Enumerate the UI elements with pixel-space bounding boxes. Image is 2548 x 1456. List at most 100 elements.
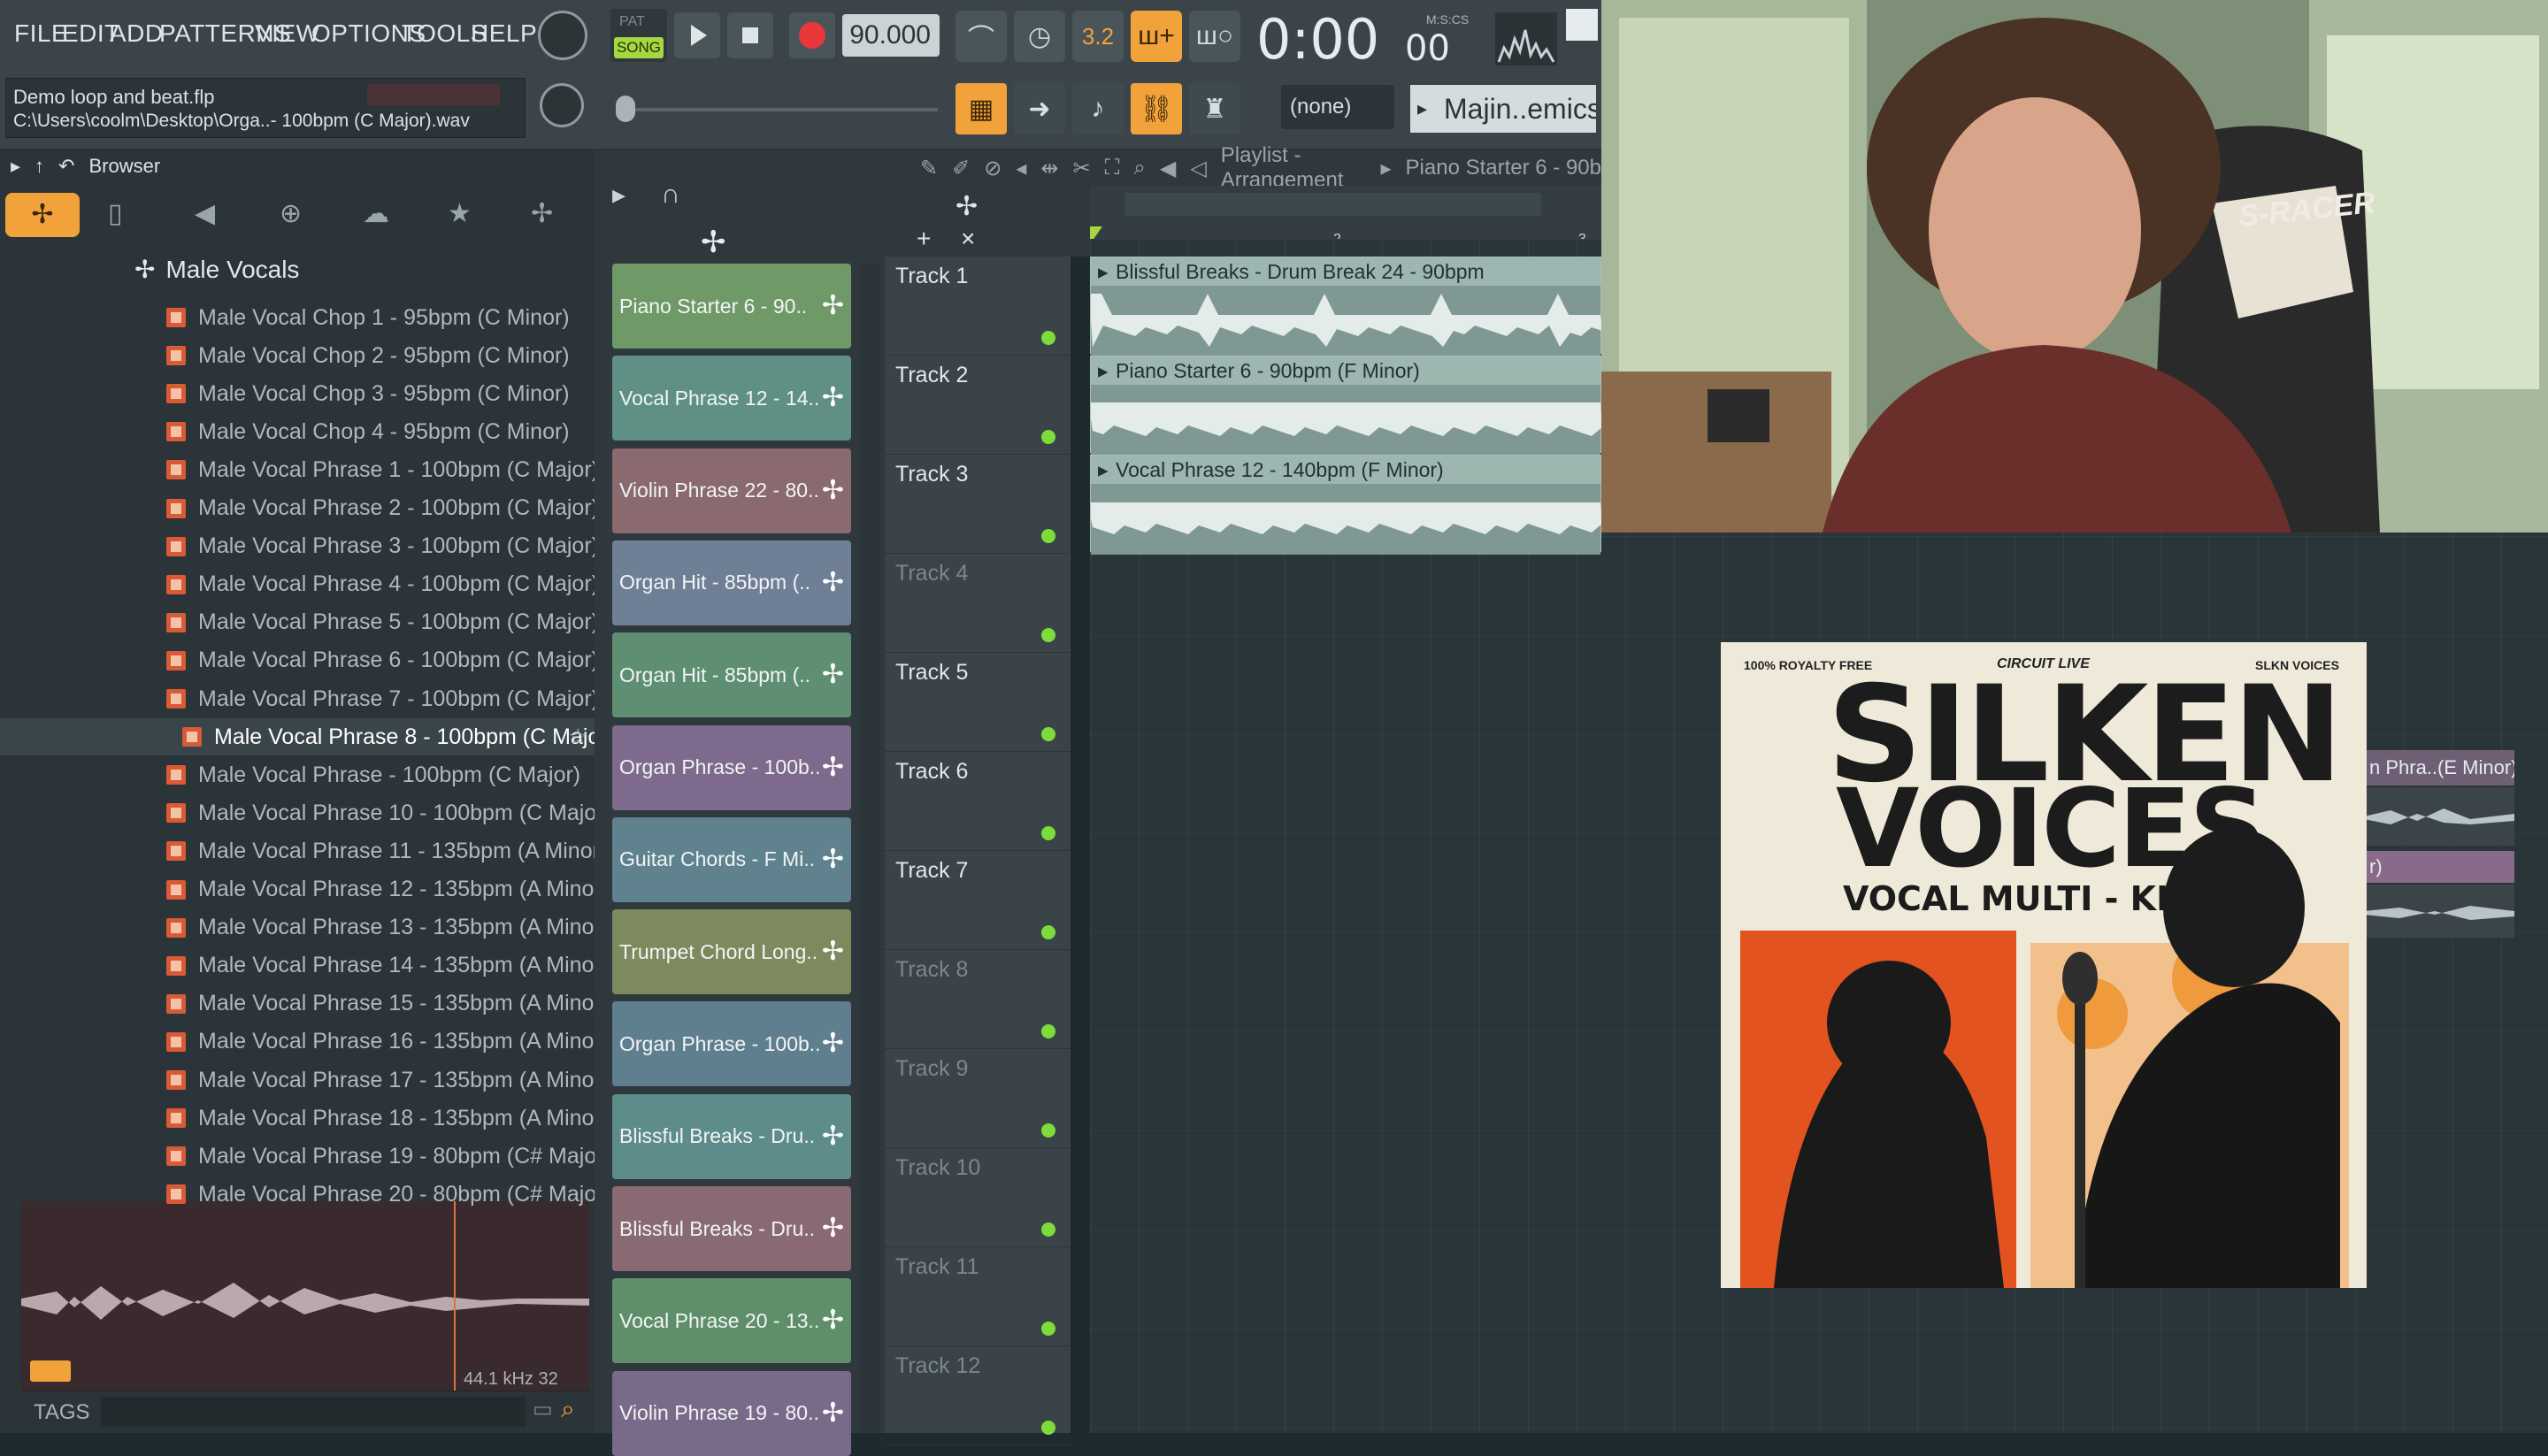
pattern-item[interactable]: Organ Phrase - 100b.. ✢ (612, 1001, 851, 1087)
browser-item[interactable]: Male Vocal Phrase 17 - 135bpm (A Minor) (0, 1061, 609, 1099)
track-header[interactable]: Track 11 (885, 1247, 1071, 1346)
browser-item[interactable]: Male Vocal Phrase 4 - 100bpm (C Major) (0, 566, 599, 603)
pattern-item[interactable]: Organ Hit - 85bpm (.. ✢ (612, 632, 851, 718)
track-mute-led[interactable] (1041, 1322, 1055, 1336)
browser-item[interactable]: Male Vocal Phrase 6 - 100bpm (C Major) (0, 642, 599, 679)
track-mute-led[interactable] (1041, 925, 1055, 939)
remove-track-icon[interactable]: × (961, 225, 975, 253)
tab-favorites-icon[interactable]: ★ (448, 198, 472, 229)
tab-tagged-icon[interactable]: ✢ (531, 198, 553, 229)
timeline-overview[interactable] (1125, 193, 1541, 216)
pattern-item[interactable]: Violin Phrase 22 - 80.. ✢ (612, 448, 851, 533)
track-header[interactable]: Track 8 (885, 950, 1071, 1049)
browser-item[interactable]: Male Vocal Phrase 20 - 80bpm (C# Major) (0, 1176, 611, 1213)
record-button[interactable] (789, 12, 835, 58)
folder-open-icon[interactable]: ▭ (533, 1397, 553, 1422)
browser-item[interactable]: Male Vocal Chop 3 - 95bpm (C Minor) (0, 375, 595, 412)
menu-help[interactable]: HELP (471, 19, 537, 48)
browser-item[interactable]: Male Vocal Phrase 2 - 100bpm (C Major) (0, 490, 599, 527)
browser-item[interactable]: Male Vocal Phrase 14 - 135bpm (A Minor) (0, 947, 609, 985)
countdown-button[interactable]: 3.2 (1072, 11, 1124, 62)
piano-roll-button[interactable]: ♪ (1072, 83, 1124, 134)
right-clip-2[interactable]: r) (2364, 851, 2514, 883)
tab-audio-icon[interactable]: ◀ (195, 198, 215, 229)
stop-button[interactable] (727, 12, 773, 58)
mute-icon[interactable]: ◂ (1016, 156, 1026, 181)
pattern-selector[interactable]: (none) (1281, 85, 1394, 129)
preview-toggle[interactable] (30, 1360, 71, 1382)
master-pitch-knob[interactable] (540, 83, 584, 127)
favorite-star-icon[interactable]: ☆ (568, 724, 587, 750)
playlist-clip[interactable]: Vocal Phrase 12 - 140bpm (F Minor) (1090, 455, 1602, 555)
browser-item[interactable]: Male Vocal Phrase 12 - 135bpm (A Minor) (0, 871, 609, 908)
browser-item[interactable]: Male Vocal Phrase 18 - 135bpm (A Minor) (0, 1100, 609, 1137)
track-mute-led[interactable] (1041, 727, 1055, 741)
browser-item[interactable]: Male Vocal Phrase 19 - 80bpm (C# Major) (0, 1138, 611, 1175)
tags-search-input[interactable] (101, 1397, 526, 1427)
track-mute-led[interactable] (1041, 1024, 1055, 1038)
slip-icon[interactable]: ⇹ (1040, 156, 1058, 181)
pencil-icon[interactable]: ✎ (920, 156, 938, 181)
zoom-icon[interactable]: ⌕ (1133, 156, 1145, 180)
pattern-item[interactable]: Vocal Phrase 20 - 13.. ✢ (612, 1278, 851, 1364)
pattern-item[interactable]: Piano Starter 6 - 90.. ✢ (612, 264, 851, 349)
plugin-picker[interactable]: ▸ Majin..emics_ (1410, 85, 1596, 133)
playlist-clip[interactable]: Piano Starter 6 - 90bpm (F Minor) (1090, 356, 1602, 456)
browser-item[interactable]: Male Vocal Phrase 5 - 100bpm (C Major) (0, 604, 599, 641)
picker-pattern-icon[interactable]: ✢ (701, 225, 726, 260)
track-header[interactable]: Track 10 (885, 1148, 1071, 1247)
track-header[interactable]: Track 6 (885, 752, 1071, 851)
menu-file[interactable]: FILE (14, 19, 68, 48)
delete-icon[interactable]: ⊘ (984, 156, 1002, 181)
channel-rack-button[interactable]: ➜ (1014, 83, 1065, 134)
master-slider-handle[interactable] (616, 96, 635, 122)
track-mute-led[interactable] (1041, 1123, 1055, 1138)
browser-item[interactable]: Male Vocal Phrase 13 - 135bpm (A Minor) (0, 909, 609, 946)
track-header[interactable]: Track 7 (885, 851, 1071, 950)
blend-notes-button[interactable]: ш○ (1189, 11, 1240, 62)
menu-add[interactable]: ADD (110, 19, 164, 48)
track-mute-led[interactable] (1041, 529, 1055, 543)
select-icon[interactable]: ⛶ (1105, 156, 1120, 180)
pattern-item[interactable]: Blissful Breaks - Dru.. ✢ (612, 1186, 851, 1271)
pattern-item[interactable]: Vocal Phrase 12 - 14.. ✢ (612, 356, 851, 441)
pat-song-switch[interactable]: PAT SONG (610, 9, 667, 62)
track-header[interactable]: Track 5 (885, 653, 1071, 752)
up-arrow-icon[interactable]: ↑ (35, 155, 44, 178)
tempo-display[interactable]: 90.000 (842, 14, 940, 57)
browser-item[interactable]: Male Vocal Phrase 15 - 135bpm (A Minor) (0, 985, 609, 1023)
wait-input-button[interactable]: ◷ (1014, 11, 1065, 62)
playback-icon[interactable]: ◀ (1160, 156, 1176, 181)
metronome-button[interactable]: ⌒ (956, 11, 1007, 62)
tab-all-icon[interactable]: ✢ (5, 193, 80, 237)
track-header[interactable]: Track 1 (885, 257, 1071, 356)
snap-icon[interactable]: ✢ (956, 191, 978, 222)
master-volume-knob[interactable] (538, 11, 587, 60)
paint-icon[interactable]: ✐ (952, 156, 970, 181)
playlist-clip[interactable]: Blissful Breaks - Drum Break 24 - 90bpm (1090, 257, 1602, 356)
magnet-icon[interactable]: ∩ (661, 180, 680, 210)
browser-item[interactable]: Male Vocal Chop 1 - 95bpm (C Minor) (0, 299, 595, 336)
browser-item[interactable]: Male Vocal Phrase 8 - 100bpm (C Major) ☆ (0, 718, 615, 756)
track-header[interactable]: Track 9 (885, 1049, 1071, 1148)
pattern-item[interactable]: Trumpet Chord Long.. ✢ (612, 909, 851, 995)
cpu-monitor[interactable] (1495, 12, 1557, 65)
playlist-button[interactable]: ▦ (956, 83, 1007, 134)
link-button[interactable]: ⛓ (1131, 83, 1182, 134)
browser-item[interactable]: Male Vocal Phrase - 100bpm (C Major) (0, 756, 595, 793)
track-header[interactable]: Track 4 (885, 554, 1071, 653)
search-icon[interactable]: ⌕ (561, 1395, 575, 1424)
pattern-item[interactable]: Blissful Breaks - Dru.. ✢ (612, 1093, 851, 1179)
track-mute-led[interactable] (1041, 628, 1055, 642)
browser-item[interactable]: Male Vocal Phrase 3 - 100bpm (C Major) (0, 528, 599, 565)
track-mute-led[interactable] (1041, 826, 1055, 840)
folder-male-vocals[interactable]: ✢ Male Vocals (134, 255, 299, 284)
menu-view[interactable]: VIEW (255, 19, 320, 48)
slice-icon[interactable]: ✂ (1072, 156, 1090, 181)
play-button[interactable] (674, 12, 720, 58)
tab-cloud-icon[interactable]: ☁ (363, 198, 389, 229)
track-header[interactable]: Track 3 (885, 455, 1071, 554)
browser-item[interactable]: Male Vocal Chop 2 - 95bpm (C Minor) (0, 337, 595, 374)
browser-item[interactable]: Male Vocal Phrase 1 - 100bpm (C Major) (0, 451, 599, 488)
pattern-item[interactable]: Organ Phrase - 100b.. ✢ (612, 724, 851, 810)
